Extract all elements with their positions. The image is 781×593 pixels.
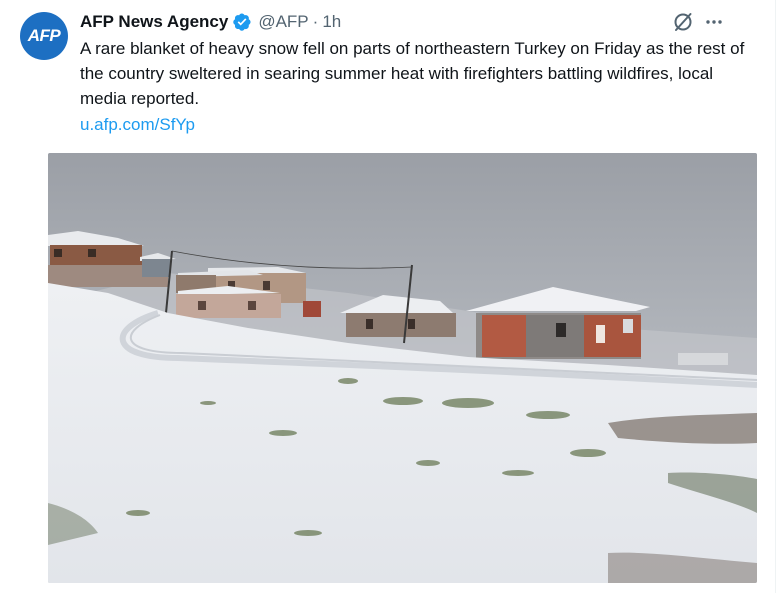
timeline-border <box>775 0 776 593</box>
tweet-link[interactable]: u.afp.com/SfYp <box>80 112 195 137</box>
tweet-text: A rare blanket of heavy snow fell on par… <box>80 39 745 108</box>
avatar[interactable]: AFP <box>20 12 68 60</box>
grok-icon[interactable] <box>671 10 695 34</box>
avatar-logo-text: AFP <box>27 26 61 45</box>
author-name[interactable]: AFP News Agency <box>80 12 228 32</box>
snowy-village-photo <box>48 153 757 583</box>
separator-dot: · <box>312 12 319 31</box>
timestamp[interactable]: 1h <box>322 12 341 32</box>
tweet-photo[interactable] <box>48 153 757 583</box>
tweet-header: AFP News Agency @AFP · 1h <box>80 10 341 34</box>
author-handle[interactable]: @AFP <box>258 12 308 32</box>
more-dots-icon[interactable] <box>702 10 726 34</box>
verified-badge-icon[interactable] <box>232 12 252 32</box>
